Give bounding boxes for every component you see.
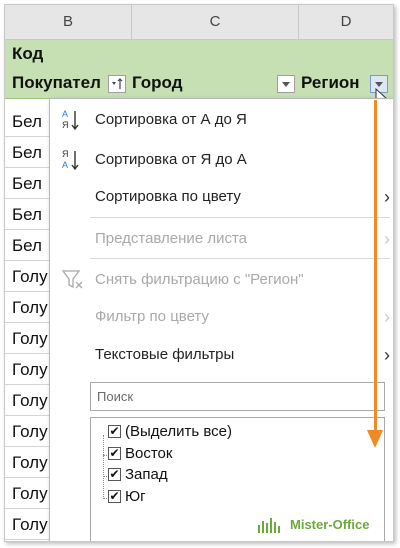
checkbox-checked-icon[interactable]: ✔	[108, 447, 121, 460]
menu-item-text-filters[interactable]: Текстовые фильтры ›	[50, 340, 393, 370]
menu-item-filter-by-color[interactable]: Фильтр по цвету ›	[50, 302, 393, 332]
sort-filter-icon	[112, 78, 123, 89]
filter-gorod-button[interactable]	[277, 75, 295, 93]
checklist-label: (Выделить все)	[125, 423, 232, 440]
clear-filter-icon	[61, 270, 83, 289]
chevron-down-icon	[282, 82, 290, 87]
checkbox-checked-icon[interactable]: ✔	[108, 425, 121, 438]
menu-item-sort-desc[interactable]: Я А Сортировка от Я до А	[50, 145, 393, 175]
chevron-right-icon: ›	[384, 307, 390, 327]
checklist-label: Восток	[125, 445, 173, 462]
filter-dropdown-menu: А Я Сортировка от А до Я Я А Сортировка …	[49, 98, 393, 541]
menu-item-sort-by-color[interactable]: Сортировка по цвету ›	[50, 182, 393, 212]
header-pokupatel: Покупател	[12, 73, 101, 92]
menu-separator	[90, 217, 390, 218]
svg-text:А: А	[62, 109, 68, 119]
svg-text:Я: Я	[62, 149, 69, 159]
menu-item-label: Текстовые фильтры	[95, 346, 235, 363]
checkbox-checked-icon[interactable]: ✔	[108, 468, 121, 481]
header-row-1: Код	[5, 40, 393, 68]
column-header-row: B C D	[5, 5, 393, 40]
spreadsheet-frame: B C D Код Покупател Город Регион Бел Бел…	[4, 4, 394, 542]
menu-item-label: Снять фильтрацию с "Регион"	[95, 271, 304, 288]
column-header-d[interactable]: D	[299, 5, 393, 39]
logo-bars-icon	[258, 518, 280, 533]
menu-item-label: Представление листа	[95, 230, 247, 247]
svg-text:Я: Я	[62, 120, 69, 130]
search-input[interactable]: Поиск	[90, 382, 385, 411]
column-header-b[interactable]: B	[5, 5, 132, 39]
menu-separator	[90, 258, 390, 259]
menu-item-label: Фильтр по цвету	[95, 308, 209, 325]
header-kod: Код	[12, 44, 44, 63]
menu-item-label: Сортировка от А до Я	[95, 111, 247, 128]
checklist-label: Запад	[125, 466, 168, 483]
chevron-right-icon: ›	[384, 345, 390, 365]
filter-pokupatel-button[interactable]	[108, 75, 126, 93]
menu-item-label: Сортировка от Я до А	[95, 151, 247, 168]
orange-arrow-head	[367, 430, 383, 448]
tree-connector	[103, 435, 104, 499]
chevron-right-icon: ›	[384, 187, 390, 207]
header-row-2: Покупател Город Регион	[5, 68, 393, 109]
header-region: Регион	[301, 73, 360, 92]
menu-item-sort-asc[interactable]: А Я Сортировка от А до Я	[50, 105, 393, 135]
header-gorod: Город	[132, 73, 183, 92]
menu-item-clear-filter[interactable]: Снять фильтрацию с "Регион"	[50, 265, 393, 295]
sort-ascending-icon: А Я	[62, 109, 79, 131]
svg-text:А: А	[62, 160, 68, 170]
checklist-label: Юг	[125, 488, 146, 505]
menu-item-sheet-view[interactable]: Представление листа ›	[50, 224, 393, 254]
chevron-right-icon: ›	[384, 229, 390, 249]
orange-arrow-shaft	[374, 100, 377, 430]
sort-descending-icon: Я А	[62, 149, 79, 171]
checkbox-checked-icon[interactable]: ✔	[108, 490, 121, 503]
menu-item-label: Сортировка по цвету	[95, 188, 241, 205]
column-header-c[interactable]: C	[132, 5, 299, 39]
logo-text: Mister-Office	[290, 517, 370, 532]
